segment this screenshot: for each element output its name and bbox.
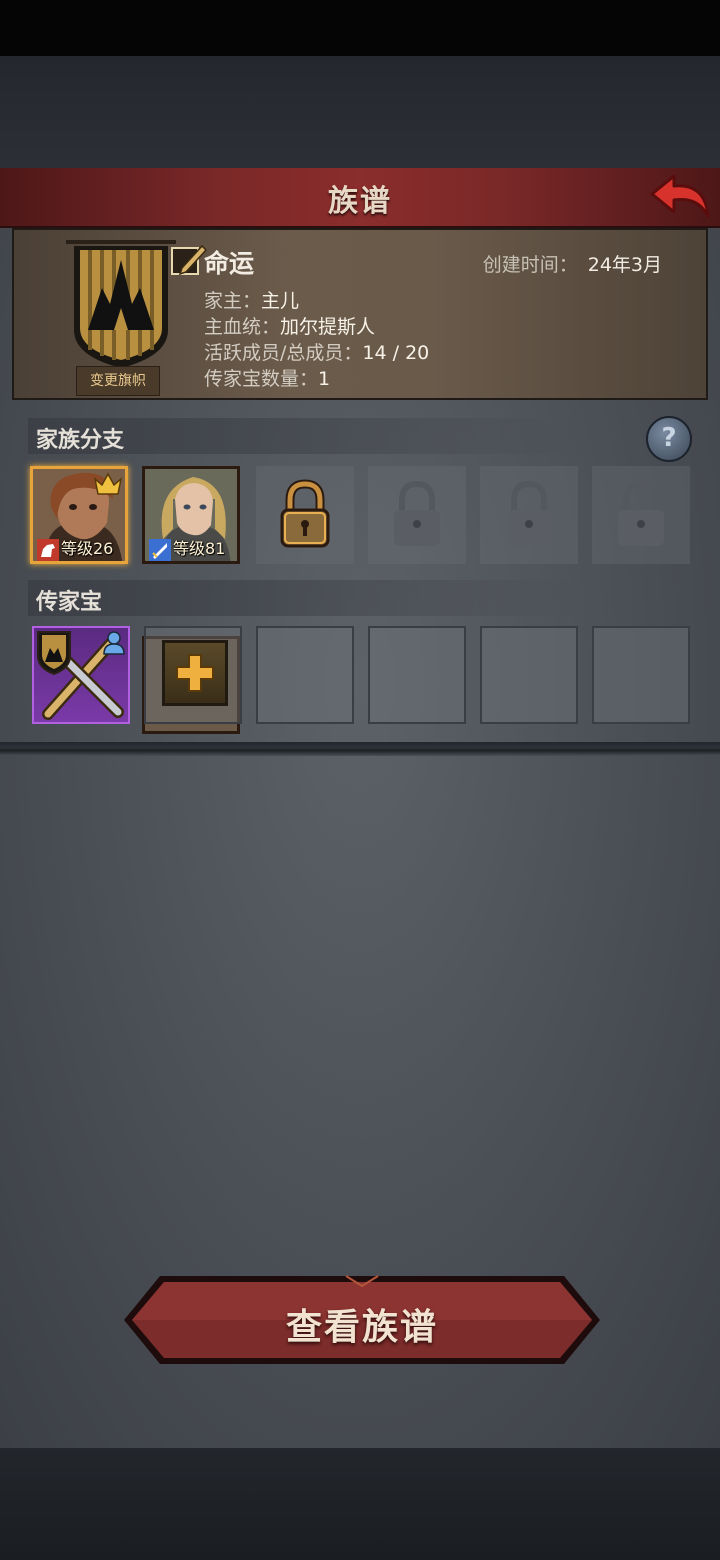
info-value: 主儿 <box>261 290 300 312</box>
view-family-tree-button[interactable]: 查看族谱 <box>120 1272 604 1368</box>
branch-member-2[interactable]: 等级81 <box>142 466 240 564</box>
branch-member-1[interactable]: 等级26 <box>30 466 128 564</box>
bottom-bar <box>0 1448 720 1560</box>
view-family-tree-label: 查看族谱 <box>285 1307 438 1348</box>
lock-icon <box>506 480 552 546</box>
page-title: 族谱 <box>328 184 392 219</box>
heirloom-empty-slot <box>592 626 690 724</box>
plus-icon <box>176 654 214 692</box>
top-background <box>0 56 720 168</box>
info-value: 14 / 20 <box>362 342 430 364</box>
branch-slot-locked <box>480 466 578 564</box>
clan-info-card: 变更旗帜 命运 创建时间： 24年3月 家主：主儿 主血统：加尔提斯人 活跃成员/… <box>12 228 708 400</box>
level-text: 等级81 <box>173 539 226 558</box>
heirloom-empty-slot <box>256 626 354 724</box>
level-tag: 等级26 <box>37 535 114 561</box>
person-icon <box>103 631 125 655</box>
sword-icon <box>149 538 171 561</box>
branch-slot-locked <box>368 466 466 564</box>
info-heirloom-count: 传家宝数量：1 <box>204 364 330 391</box>
question-icon[interactable]: ? <box>646 416 692 462</box>
status-bar <box>0 0 720 56</box>
info-bloodline: 主血统：加尔提斯人 <box>204 312 375 339</box>
level-tag: 等级81 <box>149 535 226 561</box>
add-heirloom-button[interactable] <box>162 640 228 706</box>
branches-title: 家族分支 <box>36 428 125 453</box>
clan-name: 命运 <box>204 249 255 278</box>
info-label: 主血统： <box>204 316 281 338</box>
heirlooms-title: 传家宝 <box>36 590 103 615</box>
info-label: 家主： <box>204 290 262 312</box>
heirlooms-header: 传家宝 <box>28 580 588 616</box>
title-bar: 族谱 <box>0 168 720 228</box>
info-label: 活跃成员/总成员： <box>204 342 363 364</box>
branch-slot-unlockable[interactable] <box>256 466 354 564</box>
heirloom-item-1[interactable] <box>32 626 130 724</box>
branch-slot-locked <box>592 466 690 564</box>
created-label: 创建时间： <box>482 254 578 276</box>
family-tree-panel: 族谱 变更旗帜 命运 创建时间： 24年3月 家主：主儿 主血统：加尔提斯人 活… <box>0 168 720 1448</box>
lock-icon <box>618 480 664 546</box>
created-time: 创建时间： 24年3月 <box>483 250 662 277</box>
horse-icon <box>37 538 59 561</box>
change-banner-button[interactable]: 变更旗帜 <box>76 366 160 396</box>
branches-header: 家族分支 <box>28 418 588 454</box>
heirloom-empty-slot <box>480 626 578 724</box>
edit-name-icon[interactable] <box>168 240 208 280</box>
padlock-icon <box>280 479 330 548</box>
section-divider <box>0 742 720 756</box>
info-label: 传家宝数量： <box>204 368 319 390</box>
created-value: 24年3月 <box>587 254 662 276</box>
info-members: 活跃成员/总成员：14 / 20 <box>204 338 429 365</box>
info-value: 加尔提斯人 <box>280 316 376 338</box>
lock-icon <box>394 480 440 546</box>
heirloom-add-slot[interactable] <box>144 626 242 724</box>
clan-banner-icon[interactable] <box>66 238 176 370</box>
crown-icon <box>93 472 123 495</box>
level-text: 等级26 <box>61 539 114 558</box>
heirloom-empty-slot <box>368 626 466 724</box>
info-value: 1 <box>318 368 331 390</box>
info-head: 家主：主儿 <box>204 286 299 313</box>
back-arrow-icon[interactable] <box>648 172 712 222</box>
